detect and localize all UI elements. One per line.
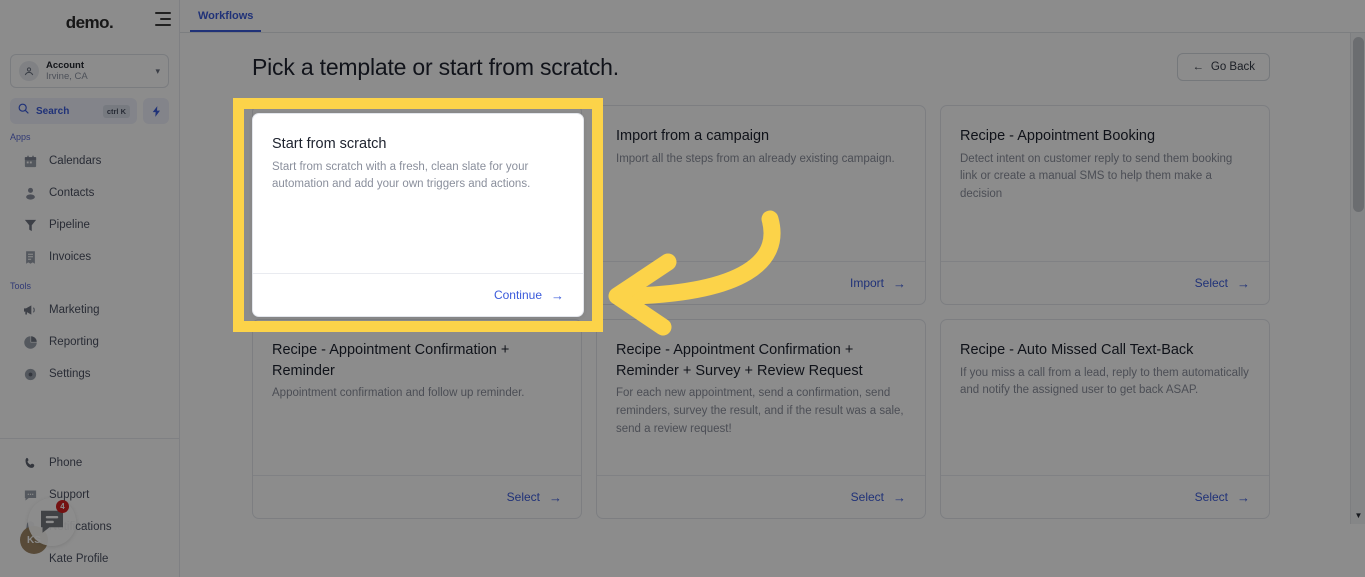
sidebar-section-tools-label: Tools [10,281,32,291]
sidebar-item-label: Kate Profile [49,553,109,565]
card-action-label[interactable]: Select [851,490,884,504]
card-body: Import from a campaign Import all the st… [597,106,925,261]
arrow-right-icon: → [549,489,562,505]
vertical-scrollbar[interactable]: ▼ [1350,33,1365,524]
scrollbar-thumb[interactable] [1353,37,1364,212]
sidebar-item-label: Calendars [49,155,102,167]
sidebar-header: demo. [0,0,179,46]
app-root: demo. Account Irvine, CA ▾ Search ctrl K… [0,0,1365,577]
account-switcher[interactable]: Account Irvine, CA ▾ [10,54,169,88]
card-action-label[interactable]: Import [850,276,884,290]
card-footer: Select → [941,261,1269,304]
template-card-confirmation-reminder-survey-review[interactable]: Recipe - Appointment Confirmation + Remi… [596,319,926,519]
hamburger-menu-icon[interactable] [153,12,171,26]
sidebar-section-apps-label: Apps [10,132,31,142]
notification-badge: 4 [56,500,69,513]
search-label: Search [36,105,70,117]
phone-icon [22,455,38,471]
card-body: Recipe - Appointment Confirmation + Remi… [253,320,581,475]
card-description: Appointment confirmation and follow up r… [272,387,525,400]
sidebar-item-calendars[interactable]: Calendars [0,145,179,177]
sidebar-item-reporting[interactable]: Reporting [0,326,179,358]
arrow-right-icon: → [1237,489,1250,505]
sidebar-divider [0,438,179,439]
scroll-down-arrow-icon[interactable]: ▼ [1351,508,1365,522]
calendar-icon [22,153,38,169]
arrow-right-icon: → [1237,275,1250,291]
pie-chart-icon [22,334,38,350]
template-card-import-from-campaign[interactable]: Import from a campaign Import all the st… [596,105,926,305]
card-description: Detect intent on customer reply to send … [960,152,1233,201]
template-card-auto-missed-call-text-back[interactable]: Recipe - Auto Missed Call Text-Back If y… [940,319,1270,519]
sidebar: demo. Account Irvine, CA ▾ Search ctrl K… [0,0,180,577]
template-card-appointment-confirmation-reminder[interactable]: Recipe - Appointment Confirmation + Remi… [252,319,582,519]
sidebar-item-label: Pipeline [49,219,90,231]
support-chat-icon [22,487,38,503]
arrow-left-icon: ← [1192,61,1204,73]
template-card-appointment-booking[interactable]: Recipe - Appointment Booking Detect inte… [940,105,1270,305]
page-title: Pick a template or start from scratch. [252,53,619,80]
card-body: Recipe - Appointment Confirmation + Remi… [597,320,925,475]
pipeline-funnel-icon [22,217,38,233]
account-name: Account [46,60,84,71]
tab-workflows[interactable]: Workflows [190,10,262,32]
contacts-icon [22,185,38,201]
highlight-box [233,98,603,332]
search-input[interactable]: Search ctrl K [10,98,137,124]
sidebar-item-support[interactable]: Support [0,479,179,511]
sidebar-item-label: Settings [49,368,91,380]
app-logo: demo. [65,13,114,32]
sidebar-item-settings[interactable]: Settings [0,358,179,390]
chevron-down-icon: ▾ [155,65,160,76]
sidebar-item-label: Reporting [49,336,99,348]
card-title: Import from a campaign [616,128,770,144]
sidebar-item-marketing[interactable]: Marketing [0,294,179,326]
arrow-right-icon: → [893,489,906,505]
card-footer: Select → [253,475,581,518]
go-back-button[interactable]: ← Go Back [1177,53,1270,81]
card-footer: Select → [597,475,925,518]
search-shortcut: ctrl K [102,104,130,118]
card-action-label[interactable]: Select [1195,276,1228,290]
lightning-bolt-icon[interactable] [143,98,169,124]
card-action-label[interactable]: Select [1195,490,1228,504]
card-body: Recipe - Appointment Booking Detect inte… [941,106,1269,261]
account-location: Irvine, CA [46,70,88,82]
sidebar-item-invoices[interactable]: Invoices [0,241,179,273]
sidebar-item-label: Invoices [49,251,92,263]
sidebar-item-pipeline[interactable]: Pipeline [0,209,179,241]
sidebar-item-label: Marketing [49,304,100,316]
megaphone-icon [22,302,38,318]
search-icon [17,102,30,120]
arrow-right-icon: → [893,275,906,291]
invoice-icon [22,249,38,265]
card-body: Recipe - Auto Missed Call Text-Back If y… [941,320,1269,475]
sidebar-item-phone[interactable]: Phone [0,447,179,479]
go-back-label: Go Back [1210,61,1255,73]
gear-icon [22,366,38,382]
sidebar-item-contacts[interactable]: Contacts [0,177,179,209]
card-action-label[interactable]: Select [507,490,540,504]
card-title: Recipe - Appointment Booking [960,128,1156,144]
sidebar-item-label: Contacts [49,187,95,199]
card-title: Recipe - Appointment Confirmation + Remi… [616,342,863,379]
user-circle-icon [19,61,39,81]
card-title: Recipe - Auto Missed Call Text-Back [960,342,1194,358]
card-description: If you miss a call from a lead, reply to… [960,366,1249,397]
card-description: Import all the steps from an already exi… [616,152,895,165]
account-text: Account Irvine, CA [46,61,155,82]
card-title: Recipe - Appointment Confirmation + Remi… [272,342,510,379]
card-footer: Import → [597,261,925,304]
sidebar-item-label: Phone [49,457,83,469]
card-description: For each new appointment, send a confirm… [616,387,904,435]
tab-bar: Workflows [180,0,1365,33]
page-header: Pick a template or start from scratch. ←… [180,33,1365,81]
card-footer: Select → [941,475,1269,518]
search-row: Search ctrl K [10,98,169,124]
